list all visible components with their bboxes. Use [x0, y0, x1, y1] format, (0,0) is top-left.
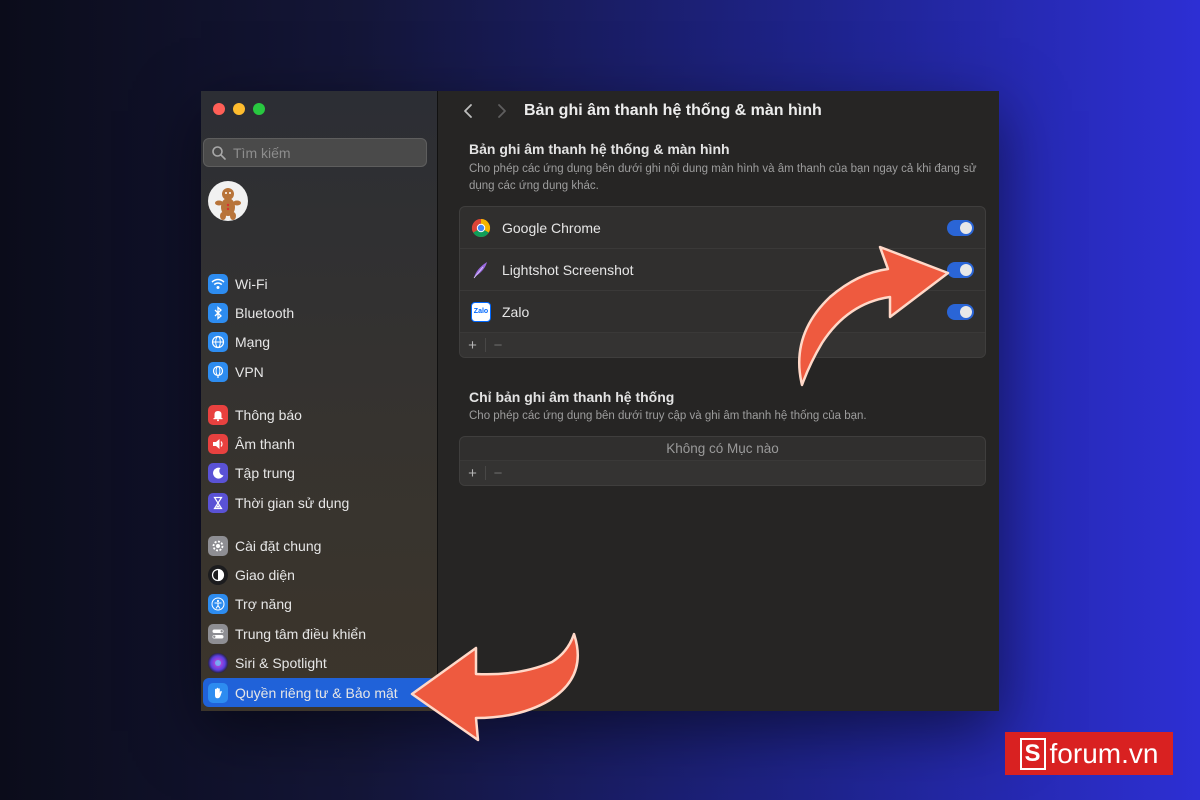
- sidebar-item-label: Âm thanh: [235, 436, 295, 453]
- system-audio-app-list: Không có Mục nào + −: [459, 436, 986, 486]
- page-title: Bản ghi âm thanh hệ thống & màn hình: [524, 102, 822, 119]
- sidebar-item-label: Bluetooth: [235, 305, 295, 322]
- app-name: Google Chrome: [502, 219, 601, 236]
- app-row-lightshot-screenshot: Lightshot Screenshot: [460, 249, 985, 291]
- add-app-button[interactable]: +: [460, 461, 485, 485]
- sidebar-item-label: Thời gian sử dụng: [235, 494, 350, 511]
- hand-icon: [208, 682, 228, 703]
- zalo-icon-text: Zalo: [473, 308, 489, 315]
- gear-icon: [208, 535, 228, 556]
- sidebar-item-network[interactable]: Mạng: [201, 328, 438, 357]
- sidebar-item-label: Mạng: [235, 334, 271, 351]
- toolbar: Bản ghi âm thanh hệ thống & màn hình: [438, 91, 999, 131]
- sidebar-item-label: Wi-Fi: [235, 275, 268, 292]
- sidebar-item-control-center[interactable]: Trung tâm điều khiển: [201, 619, 438, 648]
- wifi-icon: [208, 273, 228, 294]
- search-icon: [212, 145, 226, 160]
- zoom-window-button[interactable]: [253, 103, 265, 115]
- sforum-logo-text: forum.vn: [1049, 737, 1159, 769]
- sidebar-item-label: Cài đặt chung: [235, 537, 322, 554]
- accessibility-icon: [208, 594, 228, 615]
- close-window-button[interactable]: [213, 103, 225, 115]
- sidebar-item-screen-time[interactable]: Thời gian sử dụng: [201, 488, 438, 517]
- nav-group-network: Wi-Fi Bluetooth Mạng VPN: [201, 269, 438, 387]
- add-app-button[interactable]: +: [460, 333, 485, 357]
- sidebar-item-label: Quyền riêng tư & Bảo mật: [235, 684, 398, 701]
- lightshot-feather-icon: [471, 260, 491, 280]
- toggle-zalo[interactable]: [947, 303, 974, 320]
- chrome-icon: [471, 218, 491, 238]
- gingerbread-avatar-icon: [215, 188, 241, 220]
- sidebar-item-label: Giao diện: [235, 567, 295, 584]
- app-row-google-chrome: Google Chrome: [460, 207, 985, 249]
- moon-icon: [208, 463, 228, 484]
- control-center-icon: [208, 623, 228, 644]
- main-content: Bản ghi âm thanh hệ thống & màn hình Bản…: [438, 91, 999, 711]
- sforum-logo: S forum.vn: [1005, 732, 1173, 775]
- hourglass-icon: [208, 492, 228, 513]
- sidebar-item-notifications[interactable]: Thông báo: [201, 400, 438, 429]
- panel-footer: + −: [460, 333, 985, 357]
- sidebar-item-general[interactable]: Cài đặt chung: [201, 531, 438, 560]
- globe-icon: [208, 332, 228, 353]
- search-box[interactable]: [203, 138, 427, 167]
- traffic-lights: [213, 103, 265, 115]
- sidebar-item-sound[interactable]: Âm thanh: [201, 429, 438, 458]
- section-description-screen-audio: Cho phép các ứng dụng bên dưới ghi nội d…: [469, 163, 977, 192]
- sidebar-item-label: Trung tâm điều khiển: [235, 625, 366, 642]
- vpn-globe-icon: [208, 361, 228, 382]
- bluetooth-icon: [208, 303, 228, 324]
- nav-group-notifications: Thông báo Âm thanh Tập trung Thời gian s…: [201, 400, 438, 518]
- toggle-lightshot-screenshot[interactable]: [947, 261, 974, 278]
- zalo-icon: Zalo: [471, 301, 491, 322]
- sidebar-item-bluetooth[interactable]: Bluetooth: [201, 298, 438, 327]
- sidebar-item-label: Thông báo: [235, 406, 302, 423]
- forward-button[interactable]: [492, 101, 512, 121]
- sidebar-item-focus[interactable]: Tập trung: [201, 459, 438, 488]
- section-title-system-audio: Chỉ bản ghi âm thanh hệ thống: [469, 389, 675, 405]
- remove-app-button[interactable]: −: [485, 337, 510, 354]
- sidebar-item-label: Tập trung: [235, 465, 295, 482]
- sidebar-item-siri-spotlight[interactable]: Siri & Spotlight: [201, 649, 438, 678]
- search-input[interactable]: [233, 144, 413, 161]
- minimize-window-button[interactable]: [233, 103, 245, 115]
- section-description-system-audio: Cho phép các ứng dụng bên dưới truy cập …: [469, 410, 867, 422]
- sidebar: Wi-Fi Bluetooth Mạng VPN: [201, 91, 438, 711]
- chevron-left-icon: [464, 104, 472, 118]
- app-name: Zalo: [502, 303, 530, 320]
- app-row-zalo: Zalo Zalo: [460, 291, 985, 333]
- sidebar-item-accessibility[interactable]: Trợ năng: [201, 590, 438, 619]
- panel-footer: + −: [460, 461, 985, 485]
- sidebar-item-label: VPN: [235, 363, 264, 380]
- toggle-google-chrome[interactable]: [947, 219, 974, 236]
- sidebar-item-appearance[interactable]: Giao diện: [201, 560, 438, 589]
- sidebar-item-privacy-security[interactable]: Quyền riêng tư & Bảo mật: [203, 677, 436, 708]
- app-name: Lightshot Screenshot: [502, 261, 634, 278]
- section-title-screen-audio: Bản ghi âm thanh hệ thống & màn hình: [469, 141, 730, 157]
- sidebar-item-vpn[interactable]: VPN: [201, 357, 438, 386]
- sidebar-item-wifi[interactable]: Wi-Fi: [201, 269, 438, 298]
- notification-bell-icon: [208, 404, 228, 425]
- chevron-right-icon: [498, 104, 506, 118]
- remove-app-button[interactable]: −: [485, 465, 510, 482]
- empty-list-message: Không có Mục nào: [460, 437, 985, 461]
- user-avatar[interactable]: [208, 181, 248, 221]
- back-button[interactable]: [458, 101, 478, 121]
- appearance-icon: [208, 565, 228, 586]
- siri-icon: [208, 653, 228, 674]
- screen-recording-app-list: Google Chrome Lightshot Screenshot Zalo …: [459, 206, 986, 358]
- sidebar-item-label: Trợ năng: [235, 596, 292, 613]
- sidebar-item-label: Siri & Spotlight: [235, 655, 327, 672]
- speaker-icon: [208, 434, 228, 455]
- sforum-s-icon: S: [1019, 737, 1046, 770]
- settings-window: Wi-Fi Bluetooth Mạng VPN: [201, 91, 999, 711]
- nav-group-general: Cài đặt chung Giao diện Trợ năng Trung t…: [201, 531, 438, 708]
